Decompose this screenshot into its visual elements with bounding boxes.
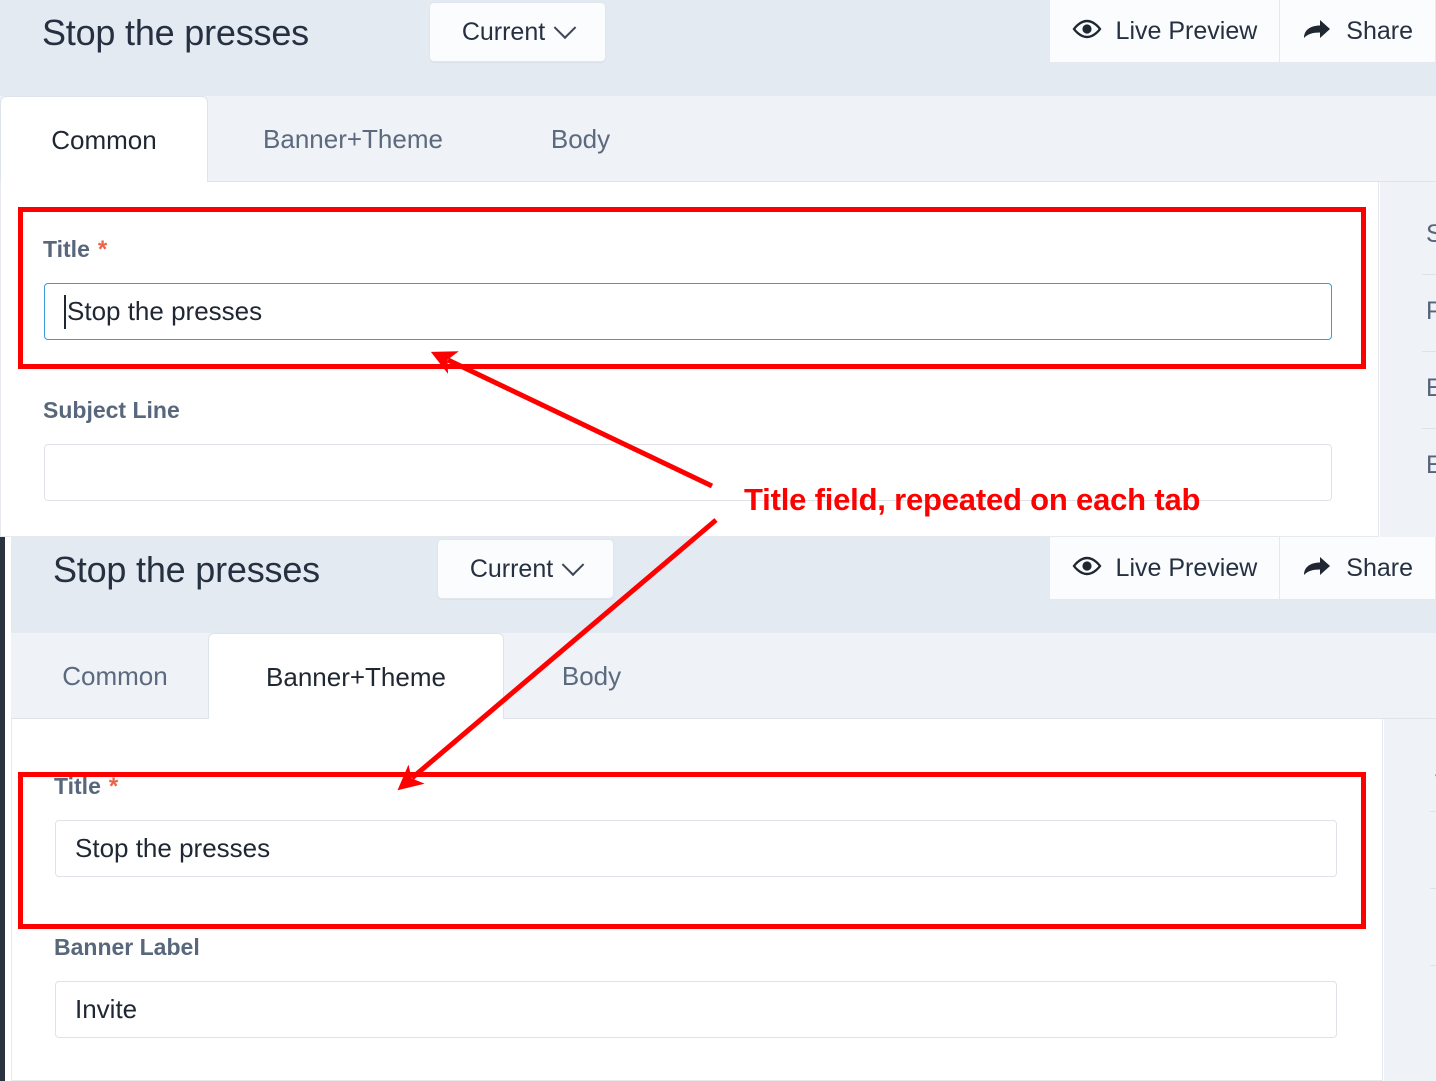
live-preview-button[interactable]: Live Preview <box>1048 0 1281 63</box>
rail-item-3[interactable]: E <box>1426 451 1436 480</box>
screenshot-stage: Stop the presses Current Live Preview Sh… <box>0 0 1436 1081</box>
app-header-bottom: Stop the presses Current Live Preview Sh… <box>11 537 1436 633</box>
page-title: Stop the presses <box>42 12 309 53</box>
tab-bar-bottom: Common Banner+Theme Body <box>11 633 1436 721</box>
title-field-label: Title * <box>43 236 107 264</box>
rail-divider-1 <box>1422 351 1436 352</box>
rail-item-1[interactable]: P <box>1426 297 1436 326</box>
required-asterisk: * <box>108 773 119 800</box>
tab-body-label: Body <box>550 123 611 154</box>
chevron-down-icon <box>553 16 577 40</box>
version-selector-button[interactable]: Current <box>429 2 606 62</box>
required-asterisk: * <box>97 236 108 263</box>
banner-label-text: Banner Label <box>54 934 200 960</box>
subject-line-field-label: Subject Line <box>43 397 180 424</box>
share-arrow-icon <box>1302 554 1332 583</box>
header-actions-bottom: Live Preview Share <box>1048 537 1436 600</box>
tab-common-label: Common <box>51 125 157 155</box>
live-preview-button-bottom[interactable]: Live Preview <box>1048 537 1281 600</box>
title-input-value-bottom: Stop the presses <box>75 833 271 863</box>
live-preview-label: Live Preview <box>1115 16 1258 45</box>
share-label: Share <box>1346 16 1413 45</box>
tab-common-bottom[interactable]: Common <box>11 633 219 719</box>
title-label-text: Title <box>43 236 90 262</box>
form-panel-bottom: Title * Stop the presses Banner Label Inv… <box>11 719 1383 1081</box>
title-input-bottom[interactable]: Stop the presses <box>55 820 1337 877</box>
chevron-down-icon <box>561 553 585 577</box>
banner-label-input-value: Invite <box>75 994 138 1024</box>
live-preview-label-bottom: Live Preview <box>1115 553 1258 582</box>
tab-banner-theme-label-bottom: Banner+Theme <box>266 662 446 692</box>
share-arrow-icon <box>1302 17 1332 46</box>
rail-divider-0 <box>1422 274 1436 275</box>
title-input-value: Stop the presses <box>67 296 263 326</box>
tab-banner-theme[interactable]: Banner+Theme <box>208 96 498 182</box>
title-field-label-bottom: Title * <box>54 773 118 801</box>
rail-divider-2 <box>1422 428 1436 429</box>
page-title-bottom: Stop the presses <box>53 549 320 590</box>
rail-item-2[interactable]: E <box>1426 374 1436 403</box>
share-button-bottom[interactable]: Share <box>1280 537 1436 600</box>
window-left-edge <box>0 537 5 1081</box>
share-button[interactable]: Share <box>1280 0 1436 63</box>
version-selector-label: Current <box>461 17 546 46</box>
tab-bar-top: Common Banner+Theme Body <box>0 96 1436 184</box>
right-rail-top: S P E E <box>1380 182 1436 537</box>
text-caret <box>64 294 66 329</box>
subject-line-label-text: Subject Line <box>43 397 180 423</box>
annotation-text: Title field, repeated on each tab <box>744 482 1201 517</box>
title-input[interactable]: Stop the presses <box>44 283 1332 340</box>
tab-body-label-bottom: Body <box>561 660 622 691</box>
share-label-bottom: Share <box>1346 553 1413 582</box>
tab-banner-theme-bottom[interactable]: Banner+Theme <box>208 633 504 721</box>
rail-item-0[interactable]: S <box>1426 220 1436 249</box>
banner-label-field-label: Banner Label <box>54 934 200 961</box>
tab-common[interactable]: Common <box>0 96 208 184</box>
tab-banner-theme-label: Banner+Theme <box>263 123 443 154</box>
eye-icon <box>1072 556 1102 581</box>
banner-label-input[interactable]: Invite <box>55 981 1337 1038</box>
screenshot-common-tab: Stop the presses Current Live Preview Sh… <box>0 0 1436 537</box>
app-header-top: Stop the presses Current Live Preview Sh… <box>0 0 1436 96</box>
header-actions-top: Live Preview Share <box>1048 0 1436 63</box>
screenshot-banner-theme-tab: Stop the presses Current Live Preview Sh… <box>0 537 1436 1081</box>
rail-divider-bottom-0 <box>1430 811 1436 812</box>
tab-body[interactable]: Body <box>498 96 663 182</box>
rail-divider-bottom-1 <box>1430 888 1436 889</box>
tab-body-bottom[interactable]: Body <box>509 633 674 719</box>
right-rail-bottom: S P E E <box>1384 719 1436 1081</box>
title-label-text-bottom: Title <box>54 773 101 799</box>
version-selector-label-bottom: Current <box>469 554 554 583</box>
eye-icon <box>1072 19 1102 44</box>
tab-common-label-bottom: Common <box>62 660 168 691</box>
rail-divider-bottom-2 <box>1430 965 1436 966</box>
version-selector-button-bottom[interactable]: Current <box>437 539 614 599</box>
